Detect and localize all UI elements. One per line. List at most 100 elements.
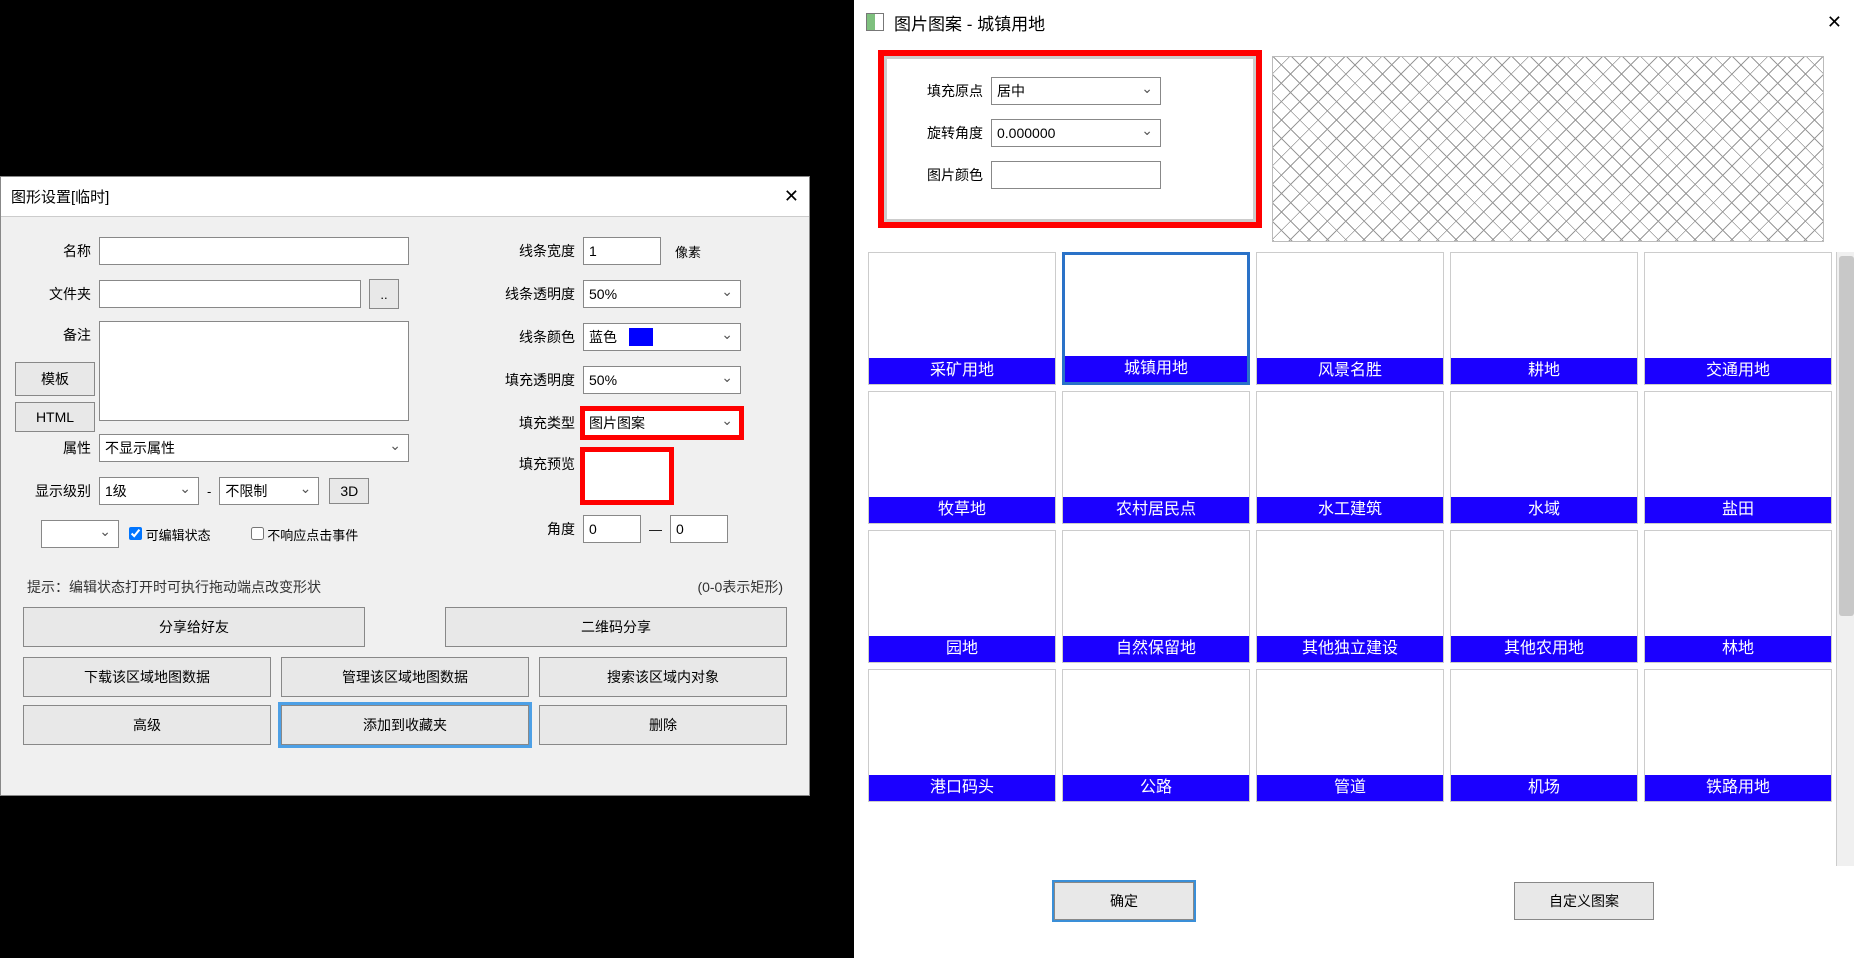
editable-checkbox-label[interactable]: 可编辑状态	[129, 525, 211, 544]
pattern-caption: 水工建筑	[1257, 497, 1443, 523]
ok-button[interactable]: 确定	[1054, 882, 1194, 920]
qr-button[interactable]: 二维码分享	[445, 607, 787, 647]
pattern-gallery: 采矿用地城镇用地风景名胜耕地交通用地牧草地农村居民点水工建筑水域盐田园地自然保留…	[868, 252, 1846, 802]
pattern-thumb[interactable]: 牧草地	[868, 391, 1056, 524]
shape-settings-dialog: 图形设置[临时] ✕ 名称 文件夹 .. 备注 模板 HTML 属性	[0, 176, 810, 796]
right-column: 线条宽度 像素 线条透明度 50% 线条颜色 蓝色 填充透明度 50% 填充类型	[487, 235, 789, 561]
pattern-thumb[interactable]: 其他独立建设	[1256, 530, 1444, 663]
level-from-select[interactable]: 1级	[99, 477, 199, 505]
dialog-title: 图片图案 - 城镇用地	[894, 10, 1045, 35]
pattern-caption: 园地	[869, 636, 1055, 662]
name-label: 名称	[21, 241, 91, 261]
pattern-swatch	[869, 670, 1055, 775]
attr-label: 属性	[21, 438, 91, 458]
pattern-swatch	[1451, 670, 1637, 775]
pattern-thumb[interactable]: 耕地	[1450, 252, 1638, 385]
pixels-label: 像素	[675, 242, 701, 261]
pattern-thumb[interactable]: 风景名胜	[1256, 252, 1444, 385]
pattern-thumb[interactable]: 采矿用地	[868, 252, 1056, 385]
pattern-thumb[interactable]: 交通用地	[1644, 252, 1832, 385]
search-area-button[interactable]: 搜索该区域内对象	[539, 657, 787, 697]
pattern-swatch	[1451, 253, 1637, 358]
pattern-swatch	[1645, 392, 1831, 497]
folder-input[interactable]	[99, 280, 361, 308]
advanced-button[interactable]: 高级	[23, 705, 271, 745]
pattern-caption: 农村居民点	[1063, 497, 1249, 523]
template-button[interactable]: 模板	[15, 362, 95, 396]
config-form: 填充原点 居中 旋转角度 0.000000 图片颜色	[884, 56, 1256, 222]
fill-type-select[interactable]: 图片图案	[583, 409, 741, 437]
close-icon[interactable]: ✕	[1827, 12, 1842, 33]
fill-opacity-label: 填充透明度	[487, 370, 575, 390]
html-button[interactable]: HTML	[15, 402, 95, 432]
pattern-swatch	[1451, 392, 1637, 497]
pattern-thumb[interactable]: 盐田	[1644, 391, 1832, 524]
pattern-preview	[1272, 56, 1824, 242]
note-label: 备注	[21, 325, 91, 345]
pattern-thumb[interactable]: 园地	[868, 530, 1056, 663]
level-label: 显示级别	[21, 481, 91, 501]
app-icon	[866, 13, 884, 31]
close-icon[interactable]: ✕	[784, 186, 799, 207]
pattern-swatch	[1257, 392, 1443, 497]
line-width-label: 线条宽度	[487, 241, 575, 261]
angle-dash: —	[649, 522, 662, 537]
line-color-select[interactable]: 蓝色	[583, 323, 741, 351]
pattern-thumb[interactable]: 机场	[1450, 669, 1638, 802]
pattern-caption: 其他独立建设	[1257, 636, 1443, 662]
fill-type-label: 填充类型	[487, 413, 575, 433]
download-area-button[interactable]: 下载该区域地图数据	[23, 657, 271, 697]
angle-from-input[interactable]	[583, 515, 641, 543]
scroll-thumb[interactable]	[1839, 256, 1854, 616]
name-input[interactable]	[99, 237, 409, 265]
image-color-input[interactable]	[991, 161, 1161, 189]
fill-opacity-select[interactable]: 50%	[583, 366, 741, 394]
titlebar: 图形设置[临时] ✕	[1, 177, 809, 217]
pattern-thumb[interactable]: 自然保留地	[1062, 530, 1250, 663]
fill-preview-box[interactable]	[583, 450, 671, 502]
rotation-select[interactable]: 0.000000	[991, 119, 1161, 147]
delete-button[interactable]: 删除	[539, 705, 787, 745]
noclick-checkbox-label[interactable]: 不响应点击事件	[251, 525, 359, 544]
pattern-thumb[interactable]: 管道	[1256, 669, 1444, 802]
angle-to-input[interactable]	[670, 515, 728, 543]
pattern-swatch	[1257, 670, 1443, 775]
pattern-caption: 铁路用地	[1645, 775, 1831, 801]
note-textarea[interactable]	[99, 321, 409, 421]
pattern-caption: 自然保留地	[1063, 636, 1249, 662]
level-to-select[interactable]: 不限制	[219, 477, 319, 505]
line-opacity-label: 线条透明度	[487, 284, 575, 304]
titlebar: 图片图案 - 城镇用地 ✕	[854, 0, 1854, 44]
pattern-thumb[interactable]: 水工建筑	[1256, 391, 1444, 524]
scrollbar[interactable]	[1836, 252, 1854, 866]
pattern-swatch	[1257, 531, 1443, 636]
pattern-thumb[interactable]: 城镇用地	[1062, 252, 1250, 385]
pattern-thumb[interactable]: 铁路用地	[1644, 669, 1832, 802]
add-favorite-button[interactable]: 添加到收藏夹	[281, 705, 529, 745]
pattern-caption: 林地	[1645, 636, 1831, 662]
pattern-thumb[interactable]: 公路	[1062, 669, 1250, 802]
pattern-caption: 风景名胜	[1257, 358, 1443, 384]
pattern-swatch	[1451, 531, 1637, 636]
line-width-input[interactable]	[583, 237, 661, 265]
origin-select[interactable]: 居中	[991, 77, 1161, 105]
manage-area-button[interactable]: 管理该区域地图数据	[281, 657, 529, 697]
blank-select[interactable]	[41, 520, 119, 548]
attr-select[interactable]: 不显示属性	[99, 434, 409, 462]
browse-button[interactable]: ..	[369, 279, 399, 309]
pattern-caption: 盐田	[1645, 497, 1831, 523]
angle-label: 角度	[487, 519, 575, 539]
pattern-thumb[interactable]: 农村居民点	[1062, 391, 1250, 524]
custom-pattern-button[interactable]: 自定义图案	[1514, 882, 1654, 920]
pattern-swatch	[1257, 253, 1443, 358]
origin-label: 填充原点	[909, 81, 983, 101]
pattern-thumb[interactable]: 水域	[1450, 391, 1638, 524]
noclick-checkbox[interactable]	[251, 527, 264, 540]
editable-checkbox[interactable]	[129, 527, 142, 540]
pattern-thumb[interactable]: 林地	[1644, 530, 1832, 663]
share-button[interactable]: 分享给好友	[23, 607, 365, 647]
pattern-thumb[interactable]: 其他农用地	[1450, 530, 1638, 663]
three-d-button[interactable]: 3D	[329, 478, 369, 504]
line-opacity-select[interactable]: 50%	[583, 280, 741, 308]
pattern-thumb[interactable]: 港口码头	[868, 669, 1056, 802]
